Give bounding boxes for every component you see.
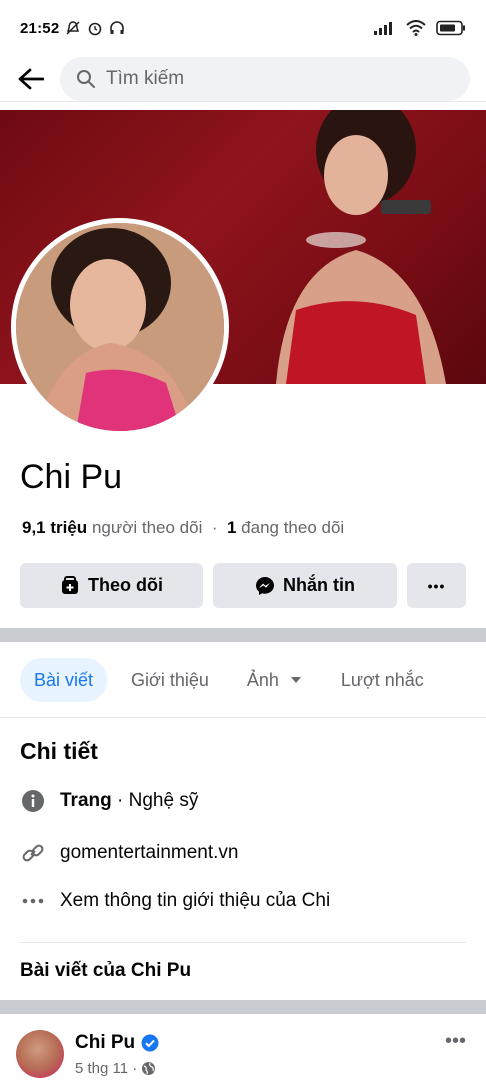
detail-row-more-info[interactable]: Xem thông tin giới thiệu của Chi [20,888,330,914]
tab-posts[interactable]: Bài viết [20,658,108,702]
profile-actions: Theo dõi Nhắn tin ••• [20,563,466,608]
section-divider [0,628,486,642]
tabs-divider [0,717,486,718]
back-arrow-icon [18,68,44,89]
more-actions-button[interactable]: ••• [407,563,466,608]
link-icon [22,844,44,862]
details-title: Chi tiết [20,738,98,764]
search-header: Tìm kiếm [0,56,486,102]
battery-icon [436,20,465,36]
profile-avatar[interactable] [11,218,229,436]
post-header: Chi Pu 5 thg 11 · ••• [16,1030,470,1080]
post-meta[interactable]: 5 thg 11 · [75,1060,156,1077]
message-label: Nhắn tin [283,575,355,595]
search-input[interactable]: Tìm kiếm [60,56,470,101]
detail-row-website[interactable]: gomentertainment.vn [20,840,239,866]
follow-label: Theo dõi [88,575,163,595]
more-info-link[interactable]: Xem thông tin giới thiệu của Chi [60,890,330,912]
info-icon [22,790,44,812]
detail-row-page-type: Trang · Nghệ sỹ [20,788,198,814]
tab-photos[interactable]: Ảnh [233,658,317,702]
tab-about[interactable]: Giới thiệu [117,658,223,702]
signal-icon [374,22,392,35]
more-icon: ••• [427,577,446,594]
page-type-label: Trang [60,790,112,811]
status-bar: 21:52 [0,0,486,56]
posts-divider [0,1000,486,1014]
mute-icon [66,21,80,35]
followers-label[interactable]: người theo dõi [92,518,202,537]
following-count[interactable]: 1 [227,518,236,537]
messenger-icon [256,576,274,595]
follow-button[interactable]: Theo dõi [20,563,203,608]
profile-name: Chi Pu [20,458,123,496]
post-author[interactable]: Chi Pu [75,1032,159,1054]
stats-separator: · [211,518,218,537]
posts-section-title: Bài viết của Chi Pu [20,960,192,981]
profile-tabs: Bài viết Giới thiệu Ảnh Lượt nhắc [20,657,438,703]
status-time: 21:52 [20,19,60,37]
message-button[interactable]: Nhắn tin [213,563,397,608]
details-divider [20,942,466,943]
chevron-down-icon [290,677,301,683]
followers-count[interactable]: 9,1 triệu [22,518,87,537]
globe-icon [142,1062,156,1075]
page-category: · Nghệ sỹ [111,790,199,811]
search-placeholder: Tìm kiếm [106,67,185,89]
post-more-button[interactable]: ••• [445,1030,466,1053]
back-button[interactable] [16,64,46,94]
post-avatar[interactable] [16,1030,64,1078]
post-author-name: Chi Pu [75,1032,136,1053]
tab-photos-label: Ảnh [246,669,279,690]
avatar-portrait-image [16,223,224,431]
cover-figure-image [276,110,446,384]
wifi-icon [406,20,426,36]
alarm-icon [89,22,102,36]
following-label[interactable]: đang theo dõi [241,518,344,537]
follow-icon [62,575,78,594]
website-link[interactable]: gomentertainment.vn [60,842,239,864]
headphones-icon [110,21,125,34]
dots-icon [22,898,44,904]
profile-stats: 9,1 triệu người theo dõi · 1 đang theo d… [22,518,344,538]
verified-icon [141,1034,159,1052]
post-date: 5 thg 11 · [75,1060,138,1077]
tab-mentions[interactable]: Lượt nhắc [327,658,438,702]
search-icon [77,69,95,88]
